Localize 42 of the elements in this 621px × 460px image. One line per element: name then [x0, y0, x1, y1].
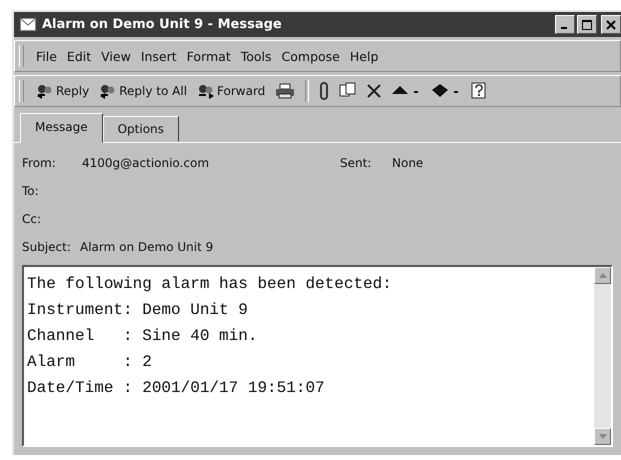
tab[interactable]: Options [102, 116, 179, 142]
help-icon[interactable] [471, 82, 488, 100]
message-body[interactable]: The following alarm has been detected: Instrument: Demo Unit 9 Channel : Sine 40 min. Alarm : 2 Date/Time : 2001/01/17 19:51:07 [22, 265, 613, 447]
menu-item[interactable]: Insert [140, 48, 177, 64]
from-value: 4100g@actionio.com [82, 156, 210, 170]
message-line: The following alarm has been detected: [27, 274, 393, 295]
close-button[interactable] [601, 15, 621, 34]
forward-arrow-icon [197, 83, 216, 99]
to-label: To: [22, 184, 40, 198]
cc-label: Cc: [22, 212, 42, 226]
subject-value: Alarm on Demo Unit 9 [80, 240, 214, 254]
window-title: Alarm on Demo Unit 9 - Message [42, 17, 283, 32]
replyall-button[interactable]: Reply to All [99, 83, 188, 99]
reply-arrow-icon [36, 83, 54, 99]
menu-item[interactable]: View [101, 48, 131, 64]
menu-item[interactable]: Edit [66, 48, 92, 64]
message-line: Channel : Sine 40 min. [27, 326, 258, 347]
envelope-icon [20, 18, 36, 31]
minimize-icon [560, 26, 566, 28]
subject-label: Subject: [22, 240, 72, 254]
reply-arrow-icon [99, 83, 118, 99]
menu-item[interactable]: File [36, 48, 57, 64]
maximize-icon [582, 20, 592, 30]
message-line: Date/Time : 2001/01/17 19:51:07 [27, 378, 326, 399]
close-icon [606, 20, 616, 30]
menu-item[interactable]: Help [350, 48, 378, 64]
menu-item[interactable]: Tools [240, 48, 272, 64]
minimize-button[interactable] [555, 15, 575, 34]
delete-icon[interactable] [367, 84, 382, 98]
sent-value: None [392, 156, 424, 170]
maximize-button[interactable] [577, 15, 597, 34]
reply-button[interactable]: Reply [36, 83, 90, 99]
sent-label: Sent: [340, 156, 372, 170]
message-line: Alarm : 2 [27, 352, 153, 373]
menu-item[interactable]: Compose [282, 48, 340, 64]
message-line: Instrument: Demo Unit 9 [27, 300, 249, 321]
from-label: From: [22, 156, 57, 170]
menu-item[interactable]: Format [186, 48, 231, 64]
printer-icon[interactable] [275, 83, 296, 99]
forward-button[interactable]: Forward [197, 83, 266, 99]
tab[interactable]: Message [20, 113, 103, 143]
paperclip-icon[interactable] [319, 82, 330, 100]
